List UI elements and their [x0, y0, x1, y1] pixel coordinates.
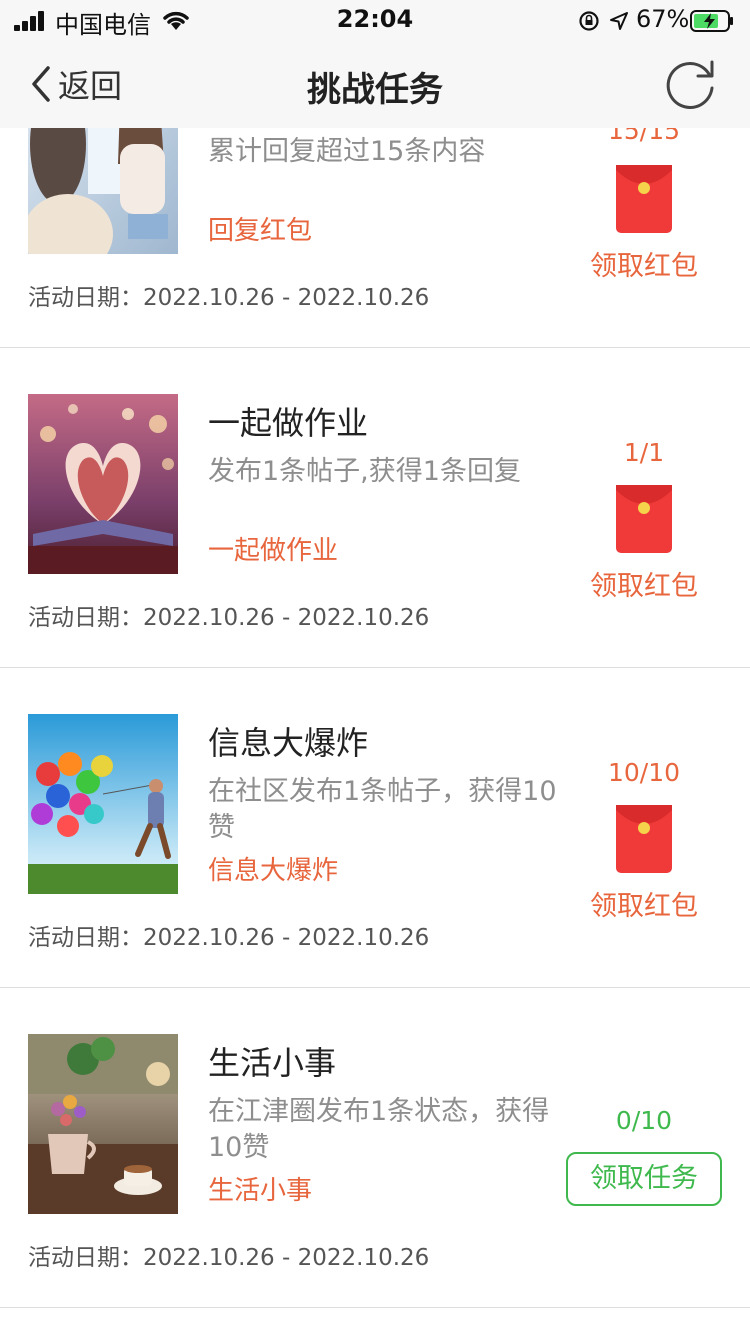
- task-card: 累计回复超过15条内容 回复红包 活动日期：2022.10.26 - 2022.…: [0, 128, 750, 348]
- task-card: 生活小事 在江津圈发布1条状态，获得10赞 生活小事 活动日期：2022.10.…: [0, 988, 750, 1308]
- status-bar: 中国电信 22:04 67%: [0, 0, 750, 40]
- claim-red-packet-button[interactable]: 领取红包: [560, 244, 728, 283]
- claim-task-button[interactable]: 领取任务: [566, 1152, 722, 1206]
- task-date: 活动日期：2022.10.26 - 2022.10.26: [28, 285, 430, 311]
- page-title: 挑战任务: [307, 70, 443, 110]
- task-description: 累计回复超过15条内容: [208, 136, 486, 167]
- task-progress: 1/1: [623, 438, 665, 467]
- task-description: 发布1条帖子,获得1条回复: [208, 456, 521, 487]
- task-progress: 0/10: [615, 1106, 673, 1135]
- task-tag: 信息大爆炸: [208, 856, 339, 886]
- task-progress: 15/15: [607, 128, 681, 145]
- flowers-coffee-photo-icon: [28, 1034, 178, 1214]
- balloons-photo-icon: [28, 714, 178, 894]
- task-progress: 10/10: [607, 758, 681, 787]
- location-icon: [610, 12, 628, 30]
- girl-photo-icon: [28, 128, 178, 254]
- battery-percent: 67%: [636, 5, 690, 33]
- nav-bar: 返回 挑战任务: [0, 40, 750, 128]
- task-card: 信息大爆炸 在社区发布1条帖子，获得10赞 信息大爆炸 活动日期：2022.10…: [0, 668, 750, 988]
- task-description: 在江津圈发布1条状态，获得10赞: [208, 1096, 550, 1163]
- task-title: 一起做作业: [208, 404, 369, 442]
- rotation-lock-icon: [579, 11, 599, 31]
- task-tag: 生活小事: [208, 1176, 313, 1206]
- claim-red-packet-button[interactable]: 领取红包: [560, 564, 728, 603]
- battery-icon: [690, 10, 733, 32]
- task-tag: 一起做作业: [208, 536, 339, 566]
- refresh-icon[interactable]: [660, 54, 720, 114]
- task-date: 活动日期：2022.10.26 - 2022.10.26: [28, 1245, 430, 1271]
- task-tag: 回复红包: [208, 216, 313, 246]
- red-envelope-icon[interactable]: [615, 164, 673, 234]
- red-envelope-icon[interactable]: [615, 804, 673, 874]
- task-date: 活动日期：2022.10.26 - 2022.10.26: [28, 605, 430, 631]
- heart-book-photo-icon: [28, 394, 178, 574]
- task-card: 一起做作业 发布1条帖子,获得1条回复 一起做作业 活动日期：2022.10.2…: [0, 348, 750, 668]
- task-description: 在社区发布1条帖子，获得10赞: [208, 776, 557, 843]
- red-envelope-icon[interactable]: [615, 484, 673, 554]
- claim-red-packet-button[interactable]: 领取红包: [560, 884, 728, 923]
- task-list[interactable]: 累计回复超过15条内容 回复红包 活动日期：2022.10.26 - 2022.…: [0, 128, 750, 1334]
- task-title: 生活小事: [208, 1044, 337, 1082]
- task-date: 活动日期：2022.10.26 - 2022.10.26: [28, 925, 430, 951]
- task-title: 信息大爆炸: [208, 724, 369, 762]
